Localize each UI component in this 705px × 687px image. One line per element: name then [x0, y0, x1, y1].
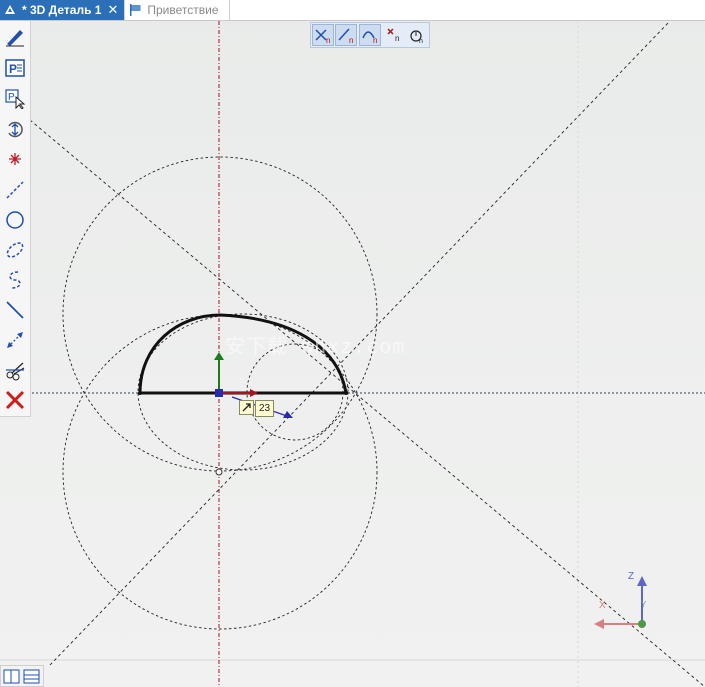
line-icon[interactable] — [3, 178, 27, 202]
point-icon[interactable] — [3, 147, 27, 171]
origin-point — [215, 389, 223, 397]
length-input[interactable]: 23 — [255, 400, 274, 417]
snap-toolbar: n n n n n — [310, 22, 430, 48]
snap-settings-icon[interactable]: n — [406, 24, 428, 46]
diagonal-line-icon[interactable] — [3, 298, 27, 322]
origin-y-arrow — [214, 352, 224, 360]
rotate-view-icon[interactable] — [3, 117, 27, 141]
circle-icon[interactable] — [3, 208, 27, 232]
stacked-view-icon[interactable] — [23, 668, 40, 685]
construction-point — [215, 468, 223, 476]
delete-icon[interactable] — [3, 388, 27, 412]
dimension-icon[interactable] — [3, 328, 27, 352]
text-frame-icon[interactable]: P — [3, 56, 27, 80]
svg-text:n: n — [326, 36, 330, 44]
origin-x-arrow — [250, 389, 258, 397]
watermark: 安下载 anxz.com — [225, 334, 406, 358]
left-toolbar: P P — [0, 21, 31, 417]
trim-icon[interactable] — [3, 358, 27, 382]
axis-label-y: Y — [641, 600, 647, 609]
svg-text:n: n — [419, 38, 423, 44]
axis-label-x: X — [599, 600, 606, 611]
text-cursor-icon[interactable]: P — [3, 86, 27, 110]
split-view-icon[interactable] — [3, 668, 20, 685]
endpoint — [138, 391, 142, 395]
axis-label-z: Z — [628, 571, 635, 582]
arc-icon[interactable] — [3, 268, 27, 292]
svg-text:P: P — [8, 92, 15, 103]
endpoint — [344, 391, 348, 395]
svg-text:P: P — [9, 62, 17, 76]
sketch-pen-icon[interactable] — [3, 25, 27, 49]
ellipse-icon[interactable] — [3, 238, 27, 262]
svg-text:n: n — [395, 34, 399, 43]
svg-text:n: n — [349, 36, 353, 44]
snap-intersection-icon[interactable]: n — [311, 24, 334, 46]
view-layout-bar — [0, 665, 44, 687]
axis-indicator-origin — [638, 620, 646, 628]
snap-tangent-icon[interactable]: n — [358, 24, 381, 46]
length-icon — [239, 400, 254, 415]
snap-endpoint-icon[interactable]: n — [335, 24, 358, 46]
svg-text:n: n — [373, 36, 377, 44]
snap-point-icon[interactable]: n — [383, 24, 405, 46]
dimension-arrow — [283, 411, 293, 418]
